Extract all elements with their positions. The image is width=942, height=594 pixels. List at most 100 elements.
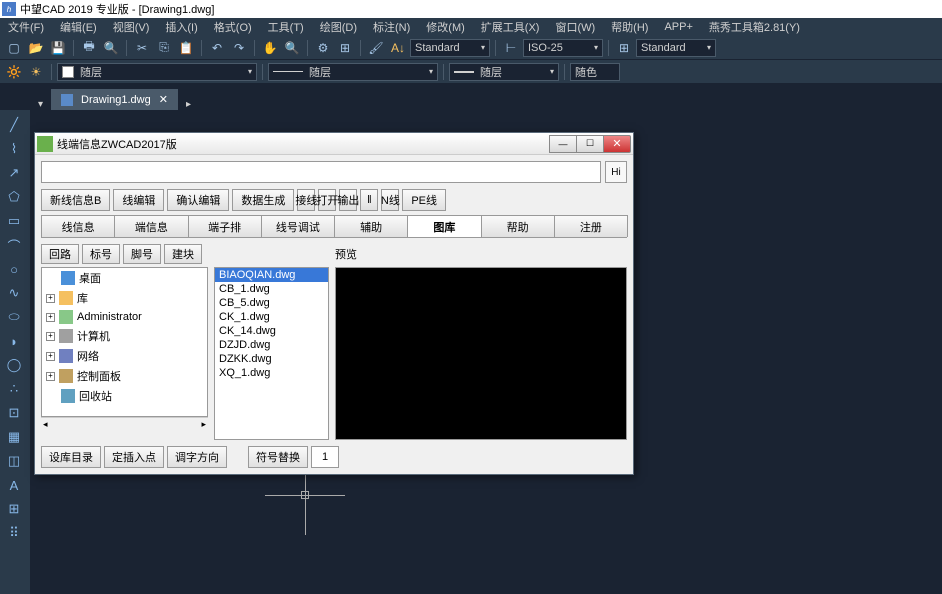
- action-button[interactable]: 新线信息B: [41, 189, 110, 211]
- tree-item[interactable]: 回收站: [42, 386, 207, 406]
- action-button[interactable]: 数据生成: [232, 189, 294, 211]
- undo-icon[interactable]: ↶: [207, 38, 227, 58]
- menu-item[interactable]: 燕秀工具箱2.81(Y): [701, 19, 808, 35]
- file-item[interactable]: CK_14.dwg: [215, 324, 328, 338]
- document-tab[interactable]: Drawing1.dwg ✕: [51, 89, 178, 110]
- layer-b-icon[interactable]: ☀: [26, 62, 46, 82]
- menu-item[interactable]: 绘图(D): [312, 19, 365, 35]
- dim-icon[interactable]: A↓: [388, 38, 408, 58]
- maximize-button[interactable]: ☐: [576, 135, 604, 153]
- tab-dropdown-icon[interactable]: ▾: [30, 99, 51, 110]
- text-icon[interactable]: A: [2, 474, 26, 496]
- menu-item[interactable]: 格式(O): [206, 19, 260, 35]
- copy-icon[interactable]: ⎘: [154, 38, 174, 58]
- ellipsearc-icon[interactable]: ◗: [2, 330, 26, 352]
- action-button[interactable]: ‖: [360, 189, 378, 211]
- polygon-icon[interactable]: ⬠: [2, 186, 26, 208]
- grid-icon[interactable]: ⠿: [2, 522, 26, 544]
- menu-item[interactable]: 扩展工具(X): [473, 19, 548, 35]
- rect-icon[interactable]: ▭: [2, 210, 26, 232]
- ray-icon[interactable]: ↗: [2, 162, 26, 184]
- menu-item[interactable]: 工具(T): [260, 19, 312, 35]
- tool-icon[interactable]: ⚙: [313, 38, 333, 58]
- plotstyle-dropdown[interactable]: 随色: [570, 63, 620, 81]
- paste-icon[interactable]: 📋: [176, 38, 196, 58]
- number-input[interactable]: [311, 446, 339, 468]
- action-button[interactable]: 线编辑: [113, 189, 164, 211]
- linetype-dropdown[interactable]: 随层▾: [268, 63, 438, 81]
- action-button[interactable]: 接线: [297, 189, 315, 211]
- tab[interactable]: 图库: [407, 215, 481, 237]
- tablestyle-dropdown[interactable]: Standard▾: [636, 39, 716, 57]
- action-button[interactable]: N线: [381, 189, 399, 211]
- column-button[interactable]: 标号: [82, 244, 120, 264]
- set-lib-dir-button[interactable]: 设库目录: [41, 446, 101, 468]
- file-item[interactable]: DZKK.dwg: [215, 352, 328, 366]
- tree-item[interactable]: +Administrator: [42, 308, 207, 326]
- file-item[interactable]: CK_1.dwg: [215, 310, 328, 324]
- folder-tree[interactable]: 桌面+库+Administrator+计算机+网络+控制面板回收站: [41, 267, 208, 417]
- tab[interactable]: 注册: [554, 215, 628, 237]
- lineweight-dropdown[interactable]: 随层▾: [449, 63, 559, 81]
- tab[interactable]: 帮助: [481, 215, 555, 237]
- cut-icon[interactable]: ✂: [132, 38, 152, 58]
- hi-button[interactable]: Hi: [605, 161, 627, 183]
- match-icon[interactable]: 🖌: [366, 38, 386, 58]
- file-item[interactable]: BIAOQIAN.dwg: [215, 268, 328, 282]
- block-icon[interactable]: ⊡: [2, 402, 26, 424]
- column-button[interactable]: 回路: [41, 244, 79, 264]
- set-insert-pt-button[interactable]: 定插入点: [104, 446, 164, 468]
- table-icon[interactable]: ⊞: [614, 38, 634, 58]
- menu-item[interactable]: 帮助(H): [603, 19, 656, 35]
- minimize-button[interactable]: —: [549, 135, 577, 153]
- menu-item[interactable]: 标注(N): [365, 19, 418, 35]
- file-item[interactable]: CB_5.dwg: [215, 296, 328, 310]
- redo-icon[interactable]: ↷: [229, 38, 249, 58]
- dialog-titlebar[interactable]: 线端信息ZWCAD2017版 — ☐ ✕: [35, 133, 633, 155]
- open-icon[interactable]: 📂: [26, 38, 46, 58]
- menu-item[interactable]: 窗口(W): [547, 19, 603, 35]
- tree-item[interactable]: +库: [42, 288, 207, 308]
- circle-icon[interactable]: ○: [2, 258, 26, 280]
- print-icon[interactable]: 🖶: [79, 38, 99, 58]
- tool2-icon[interactable]: ⊞: [335, 38, 355, 58]
- pan-icon[interactable]: ✋: [260, 38, 280, 58]
- menu-item[interactable]: 插入(I): [157, 19, 205, 35]
- column-button[interactable]: 脚号: [123, 244, 161, 264]
- hatch-icon[interactable]: ▦: [2, 426, 26, 448]
- point-icon[interactable]: ∴: [2, 378, 26, 400]
- search-input[interactable]: [41, 161, 601, 183]
- donut-icon[interactable]: ◯: [2, 354, 26, 376]
- menu-item[interactable]: 文件(F): [0, 19, 52, 35]
- pline-icon[interactable]: ⌇: [2, 138, 26, 160]
- tree-item[interactable]: +控制面板: [42, 366, 207, 386]
- action-button[interactable]: 输出: [339, 189, 357, 211]
- textstyle-dropdown[interactable]: Standard▾: [410, 39, 490, 57]
- file-item[interactable]: XQ_1.dwg: [215, 366, 328, 380]
- table2-icon[interactable]: ⊞: [2, 498, 26, 520]
- color-dropdown[interactable]: 随层▾: [57, 63, 257, 81]
- close-tab-icon[interactable]: ✕: [159, 93, 168, 106]
- menu-item[interactable]: APP+: [656, 21, 700, 33]
- adjust-text-dir-button[interactable]: 调字方向: [167, 446, 227, 468]
- action-button[interactable]: 打开: [318, 189, 336, 211]
- tree-item[interactable]: +计算机: [42, 326, 207, 346]
- ellipse-icon[interactable]: ⬭: [2, 306, 26, 328]
- save-icon[interactable]: 💾: [48, 38, 68, 58]
- column-button[interactable]: 建块: [164, 244, 202, 264]
- file-list[interactable]: BIAOQIAN.dwgCB_1.dwgCB_5.dwgCK_1.dwgCK_1…: [214, 267, 329, 440]
- action-button[interactable]: 确认编辑: [167, 189, 229, 211]
- line-icon[interactable]: ╱: [2, 114, 26, 136]
- tab[interactable]: 端信息: [114, 215, 188, 237]
- menu-item[interactable]: 修改(M): [418, 19, 473, 35]
- region-icon[interactable]: ◫: [2, 450, 26, 472]
- file-item[interactable]: DZJD.dwg: [215, 338, 328, 352]
- dimstyle-icon[interactable]: ⊢: [501, 38, 521, 58]
- tab-next-icon[interactable]: ▸: [178, 99, 199, 110]
- tree-scrollbar[interactable]: ◂▸: [41, 417, 208, 431]
- tree-item[interactable]: 桌面: [42, 268, 207, 288]
- symbol-replace-button[interactable]: 符号替换: [248, 446, 308, 468]
- dimstyle-dropdown[interactable]: ISO-25▾: [523, 39, 603, 57]
- tree-item[interactable]: +网络: [42, 346, 207, 366]
- menu-item[interactable]: 视图(V): [105, 19, 158, 35]
